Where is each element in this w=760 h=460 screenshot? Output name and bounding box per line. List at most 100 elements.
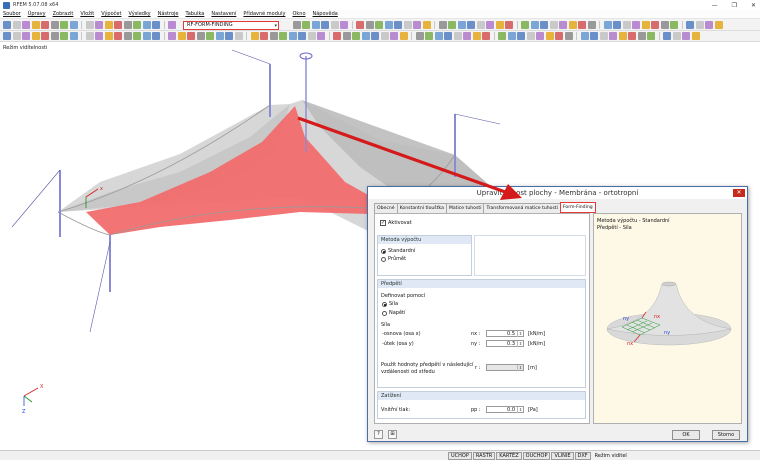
- toolbar-tool-icon[interactable]: [444, 32, 452, 40]
- tab-general[interactable]: Obecné: [374, 203, 398, 213]
- toolbar-tool-icon[interactable]: [333, 32, 341, 40]
- method-standard-radio[interactable]: [381, 249, 386, 254]
- toolbar-tool-icon[interactable]: [225, 32, 233, 40]
- load-case-select[interactable]: RF-FORM-FINDING ▾: [183, 20, 279, 30]
- toolbar-tool-icon[interactable]: [632, 20, 640, 29]
- toolbar-tool-icon[interactable]: [321, 20, 329, 29]
- toolbar-tool-icon[interactable]: [670, 20, 678, 29]
- dialog-close-button[interactable]: ✕: [733, 189, 745, 197]
- toolbar-tool-icon[interactable]: [580, 32, 589, 40]
- dialog-title[interactable]: Upravit tuhost plochy - Membrána - ortot…: [368, 187, 747, 199]
- toolbar-tool-icon[interactable]: [549, 20, 558, 29]
- toolbar-tool-icon[interactable]: [114, 20, 122, 29]
- toolbar-tool-icon[interactable]: [340, 20, 348, 29]
- toolbar-tool-icon[interactable]: [356, 20, 364, 29]
- menu-view[interactable]: Zobrazit: [53, 11, 74, 17]
- toolbar-tool-icon[interactable]: [482, 32, 490, 40]
- toolbar-tool-icon[interactable]: [352, 32, 360, 40]
- toolbar-tool-icon[interactable]: [104, 20, 113, 29]
- toolbar-tool-icon[interactable]: [599, 32, 608, 40]
- toolbar-tool-icon[interactable]: [142, 20, 151, 29]
- minimize-button[interactable]: —: [712, 2, 718, 9]
- toolbar-tool-icon[interactable]: [31, 20, 40, 29]
- define-force-radio[interactable]: [382, 302, 387, 307]
- toolbar-tool-icon[interactable]: [234, 32, 243, 40]
- menu-edit[interactable]: Úpravy: [28, 11, 46, 17]
- toolbar-tool-icon[interactable]: [530, 20, 539, 29]
- toolbar-tool-icon[interactable]: [269, 32, 278, 40]
- toolbar-tool-icon[interactable]: [476, 20, 485, 29]
- help-icon[interactable]: ?: [374, 430, 383, 439]
- toolbar-tool-icon[interactable]: [85, 32, 94, 40]
- toolbar-tool-icon[interactable]: [168, 20, 176, 29]
- toolbar-tool-icon[interactable]: [50, 32, 59, 40]
- toolbar-tool-icon[interactable]: [559, 20, 567, 29]
- activate-row[interactable]: ✓ Aktivovat: [380, 220, 412, 226]
- tab-form-finding[interactable]: Form-Finding: [559, 202, 596, 213]
- toolbar-tool-icon[interactable]: [618, 32, 627, 40]
- toolbar-tool-icon[interactable]: [330, 20, 339, 29]
- tab-stiffness-matrix[interactable]: Matice tuhosti: [445, 203, 485, 213]
- toolbar-tool-icon[interactable]: [123, 32, 132, 40]
- toolbar-tool-icon[interactable]: [3, 20, 11, 29]
- toolbar-tool-icon[interactable]: [95, 20, 103, 29]
- toolbar-tool-icon[interactable]: [342, 32, 351, 40]
- toolbar-tool-icon[interactable]: [384, 20, 393, 29]
- toolbar-tool-icon[interactable]: [651, 20, 659, 29]
- toolbar-tool-icon[interactable]: [133, 32, 141, 40]
- toolbar-tool-icon[interactable]: [660, 20, 669, 29]
- grid-toggle[interactable]: RASTR: [472, 451, 496, 460]
- spinner-icon[interactable]: ⇕: [517, 341, 523, 347]
- toolbar-tool-icon[interactable]: [12, 32, 21, 40]
- menu-options[interactable]: Nastavení: [211, 11, 236, 17]
- toolbar-tool-icon[interactable]: [41, 20, 49, 29]
- toolbar-tool-icon[interactable]: [672, 32, 681, 40]
- details-icon[interactable]: ⊞: [388, 430, 397, 439]
- ny-input[interactable]: 0.3 ⇕: [486, 340, 524, 347]
- maximize-button[interactable]: ❐: [732, 2, 737, 9]
- menu-calculate[interactable]: Výpočet: [101, 11, 121, 17]
- snap-toggle[interactable]: UCHOP: [448, 451, 472, 460]
- guidelines-toggle[interactable]: VLINIE: [551, 451, 574, 460]
- menu-table[interactable]: Tabulka: [185, 11, 204, 17]
- toolbar-tool-icon[interactable]: [104, 32, 113, 40]
- menu-results[interactable]: Výsledky: [128, 11, 150, 17]
- toolbar-tool-icon[interactable]: [399, 32, 408, 40]
- toolbar-tool-icon[interactable]: [507, 32, 516, 40]
- tab-constant-thickness[interactable]: Konstantní tloušťka: [396, 203, 447, 213]
- toolbar-tool-icon[interactable]: [467, 20, 475, 29]
- toolbar-tool-icon[interactable]: [288, 32, 297, 40]
- toolbar-tool-icon[interactable]: [517, 32, 525, 40]
- toolbar-tool-icon[interactable]: [375, 20, 383, 29]
- dxf-toggle[interactable]: DXF: [574, 451, 591, 460]
- toolbar-tool-icon[interactable]: [628, 32, 636, 40]
- toolbar-tool-icon[interactable]: [564, 32, 573, 40]
- toolbar-tool-icon[interactable]: [714, 20, 723, 29]
- toolbar-tool-icon[interactable]: [390, 32, 398, 40]
- toolbar-tool-icon[interactable]: [463, 32, 471, 40]
- toolbar-tool-icon[interactable]: [380, 32, 389, 40]
- toolbar-tool-icon[interactable]: [12, 20, 21, 29]
- toolbar-tool-icon[interactable]: [177, 32, 186, 40]
- menu-help[interactable]: Nápověda: [313, 11, 338, 17]
- toolbar-tool-icon[interactable]: [298, 32, 306, 40]
- method-projection-radio[interactable]: [381, 257, 386, 262]
- toolbar-tool-icon[interactable]: [60, 20, 68, 29]
- toolbar-tool-icon[interactable]: [448, 20, 456, 29]
- toolbar-tool-icon[interactable]: [663, 32, 671, 40]
- toolbar-tool-icon[interactable]: [578, 20, 586, 29]
- toolbar-tool-icon[interactable]: [50, 20, 59, 29]
- ok-button[interactable]: OK: [672, 430, 700, 440]
- toolbar-tool-icon[interactable]: [705, 20, 713, 29]
- toolbar-tool-icon[interactable]: [498, 32, 506, 40]
- toolbar-tool-icon[interactable]: [540, 20, 548, 29]
- toolbar-tool-icon[interactable]: [413, 20, 421, 29]
- toolbar-tool-icon[interactable]: [152, 20, 160, 29]
- activate-checkbox[interactable]: ✓: [380, 220, 386, 226]
- spinner-icon[interactable]: ⇕: [517, 407, 523, 413]
- toolbar-tool-icon[interactable]: [85, 20, 94, 29]
- toolbar-tool-icon[interactable]: [196, 32, 205, 40]
- toolbar-tool-icon[interactable]: [603, 20, 612, 29]
- toolbar-tool-icon[interactable]: [361, 32, 370, 40]
- toolbar-tool-icon[interactable]: [505, 20, 513, 29]
